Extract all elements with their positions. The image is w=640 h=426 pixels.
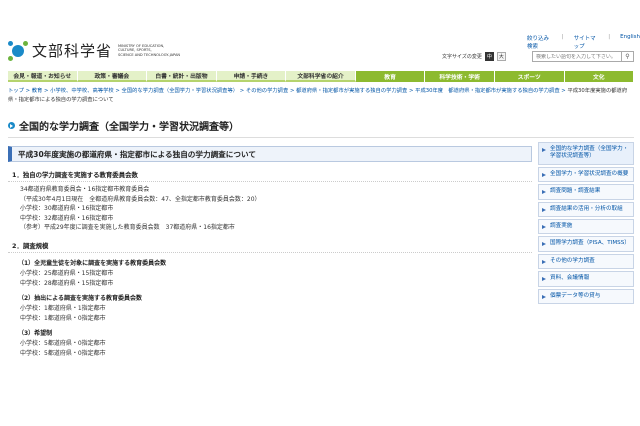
breadcrumb-link[interactable]: トップ — [8, 88, 24, 94]
heading-teacher-board-count: 1．独自の学力調査を実施する教育委員会数 — [8, 168, 532, 182]
text-size-control: 文字サイズの変更 中 大 — [442, 52, 506, 61]
page-title-bar: 全国的な学力調査（全国学力・学習状況調査等） — [8, 118, 634, 138]
search-input[interactable] — [533, 53, 621, 60]
text-line: 小学校：25都道府県・15指定都市 — [20, 269, 114, 277]
search-box: ⚲ — [532, 51, 634, 62]
util-link-english[interactable]: English — [620, 34, 640, 50]
text-line: 小学校：5都道府県・0指定都市 — [20, 340, 106, 348]
subheading-sampling: （2）抽出による調査を実施する教育委員会数 — [18, 295, 142, 303]
subheading-all-students: （1）全児童生徒を対象に調査を実施する教育委員会数 — [18, 259, 167, 267]
sidebar-item-overview[interactable]: 全国学力・学習状況調査の概要 — [538, 166, 634, 183]
sidebar-item-materials[interactable]: 資料、会議情報 — [538, 271, 634, 287]
breadcrumb-link[interactable]: 都道府県・指定都市が実施する独自の学力調査 — [296, 88, 407, 94]
logo-text: 文部科学省 — [32, 42, 113, 60]
nav-item-sports[interactable]: スポーツ — [494, 71, 565, 82]
breadcrumb-link[interactable]: その他の学力調査 — [246, 88, 288, 94]
text-line: 中学校：5都道府県・0指定都市 — [20, 349, 106, 357]
logo-mark-icon — [8, 40, 28, 61]
text-size-large-button[interactable]: 大 — [496, 52, 506, 61]
text-line: 中学校：32都道府県・16指定都市 — [20, 214, 114, 222]
title-bullet-icon — [8, 122, 15, 129]
section-title: 平成30年度実施の都道府県・指定都市による独自の学力調査について — [8, 146, 532, 162]
sidebar-item-microdata[interactable]: 個票データ等の貸与 — [538, 288, 634, 305]
util-separator: | — [561, 34, 564, 40]
search-icon[interactable]: ⚲ — [621, 51, 633, 62]
site-logo[interactable]: 文部科学省 MINISTRY OF EDUCATION, CULTURE, SP… — [8, 40, 188, 61]
nav-item-science[interactable]: 科学技術・学術 — [425, 71, 495, 82]
text-line: （参考）平成29年度に調査を実施した教育委員会数 37都道府県・16指定都市 — [20, 224, 235, 232]
text-line: 中学校：28都道府県・15指定都市 — [20, 279, 114, 287]
sidebar-item-national-survey[interactable]: 全国的な学力調査（全国学力・学習状況調査等） — [538, 142, 634, 165]
util-link-filter-search[interactable]: 絞り込み検索 — [527, 34, 552, 50]
text-line: 34都道府県教育委員会・16指定都市教育委員会 — [20, 186, 150, 193]
util-separator: | — [608, 34, 611, 40]
text-line: 小学校：1都道府県・1指定都市 — [20, 305, 106, 313]
nav-item-press[interactable]: 会見・報道・お知らせ — [8, 71, 78, 82]
nav-item-education[interactable]: 教育 — [355, 71, 426, 82]
breadcrumb-link[interactable]: 平成30年度 都道府県・指定都市が実施する独自の学力調査 — [415, 88, 559, 94]
page-title: 全国的な学力調査（全国学力・学習状況調査等） — [19, 122, 239, 133]
breadcrumb-link[interactable]: 小学校、中学校、高等学校 — [50, 88, 114, 94]
nav-item-culture[interactable]: 文化 — [564, 71, 635, 82]
logo-subtitle: MINISTRY OF EDUCATION, CULTURE, SPORTS, … — [118, 43, 181, 57]
nav-item-applications[interactable]: 申請・手続き — [216, 71, 287, 82]
global-nav: 会見・報道・お知らせ 政策・審議会 白書・統計・出版物 申請・手続き 文部科学省… — [8, 71, 635, 82]
text-size-medium-button[interactable]: 中 — [484, 52, 494, 61]
text-line: 小学校：30都道府県・16指定都市 — [20, 205, 114, 213]
text-line: （平成30年4月1日現在 全都道府県教育委員会数：47、全指定都市教育委員会数：… — [20, 195, 261, 203]
subheading-opt-in: （3）希望制 — [18, 330, 53, 338]
nav-item-about[interactable]: 文部科学省の紹介 — [286, 71, 356, 82]
nav-item-publications[interactable]: 白書・統計・出版物 — [147, 71, 217, 82]
text-line: 中学校：1都道府県・0指定都市 — [20, 314, 106, 322]
breadcrumb-link[interactable]: 教育 — [32, 88, 43, 94]
sidebar-item-other-surveys[interactable]: その他の学力調査 — [538, 253, 634, 270]
utility-links: 絞り込み検索 | サイトマップ | English — [527, 34, 640, 50]
text-size-label: 文字サイズの変更 — [442, 54, 482, 60]
local-nav-sidebar: 全国的な学力調査（全国学力・学習状況調査等） 全国学力・学習状況調査の概要 調査… — [538, 142, 634, 306]
breadcrumb-link[interactable]: 全国的な学力調査（全国学力・学習状況調査等） — [122, 88, 239, 94]
nav-item-policy[interactable]: 政策・審議会 — [77, 71, 148, 82]
sidebar-item-international[interactable]: 国際学力調査（PISA、TIMSS） — [538, 236, 634, 252]
sidebar-item-analysis[interactable]: 調査結果の活用・分析の取組 — [538, 201, 634, 218]
sidebar-item-questions-results[interactable]: 調査問題・調査結果 — [538, 184, 634, 200]
breadcrumb: トップ > 教育 > 小学校、中学校、高等学校 > 全国的な学力調査（全国学力・… — [8, 88, 628, 103]
util-link-sitemap[interactable]: サイトマップ — [574, 34, 599, 50]
site-header: 文部科学省 MINISTRY OF EDUCATION, CULTURE, SP… — [0, 0, 640, 68]
main-content: 平成30年度実施の都道府県・指定都市による独自の学力調査について 1．独自の学力… — [8, 146, 532, 359]
heading-survey-scale: 2．調査規模 — [8, 239, 532, 253]
sidebar-item-implementation[interactable]: 調査実施 — [538, 219, 634, 235]
